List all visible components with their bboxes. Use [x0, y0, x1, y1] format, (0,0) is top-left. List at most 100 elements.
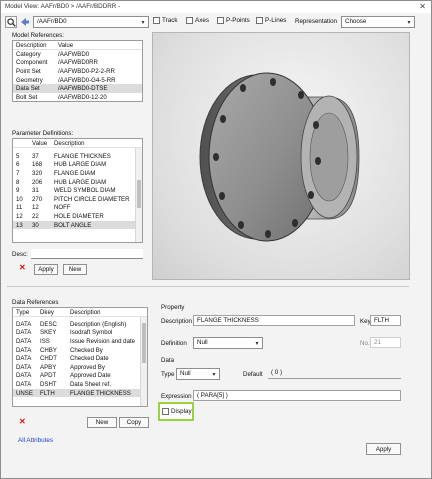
scrollbar-thumb[interactable]	[137, 180, 141, 208]
data-reference-row[interactable]: DATA APDT Approved Date	[13, 372, 147, 381]
data-reference-cell: Approved By	[70, 363, 105, 371]
column-header[interactable]: Dkey	[37, 309, 67, 316]
data-reference-row[interactable]: DATA CHDT Checked Date	[13, 354, 147, 363]
model-reference-cell: Category	[16, 50, 41, 58]
data-reference-cell: FLTH	[40, 389, 55, 397]
apply-parameter-button[interactable]: Apply	[34, 264, 58, 275]
type-label: Type	[161, 371, 175, 378]
data-reference-row[interactable]: DATA ISS Issue Revision and date	[13, 337, 147, 346]
model-reference-cell: /AAFWBD0-DTSE	[58, 85, 108, 93]
parameter-cell: 22	[32, 212, 39, 220]
model-reference-row[interactable]: Bolt Set/AAFWBD0-12-20	[13, 93, 142, 101]
representation-label: Representation	[295, 18, 337, 25]
parameter-cell: PITCH CIRCLE DIAMETER	[54, 195, 130, 203]
data-reference-cell: Data Sheet ref.	[70, 380, 111, 388]
p-lines-checkbox[interactable]: P-Lines	[256, 17, 286, 24]
checkbox-box	[256, 17, 263, 24]
desc-label: Desc:	[12, 251, 28, 258]
close-icon[interactable]: ✕	[419, 2, 426, 11]
grid-header: Description Value	[13, 41, 142, 50]
key-field[interactable]: FLTH	[370, 315, 401, 326]
checkbox-box	[162, 408, 169, 415]
model-reference-row[interactable]: Category/AAFWBD0	[13, 50, 142, 59]
data-reference-cell: Checked Date	[70, 355, 109, 363]
default-label: Default	[243, 371, 263, 378]
data-reference-row[interactable]: DATA CHBY Checked By	[13, 346, 147, 355]
chevron-down-icon: ▾	[212, 371, 216, 378]
data-reference-cell: DATA	[16, 320, 32, 328]
model-view-window: Model View: AAFr/BD0 > /AAFr/BDDRR - ✕ /…	[0, 0, 432, 479]
parameter-row[interactable]: 9 31 WELD SYMBOL DIAM	[13, 186, 142, 195]
model-reference-row[interactable]: Geometry/AAFWBD0-G4-5-RR	[13, 76, 142, 85]
data-reference-cell: DATA	[16, 346, 32, 354]
vertical-scrollbar[interactable]	[140, 317, 147, 406]
type-select[interactable]: Null ▾	[176, 368, 220, 380]
data-reference-cell: FLANGE THICKNESS	[70, 389, 131, 397]
column-header[interactable]: Description	[51, 140, 135, 147]
parameter-row[interactable]: 12 22 HOLE DIAMETER	[13, 212, 142, 221]
description-field[interactable]: FLANGE THICKNESS	[193, 315, 355, 326]
new-parameter-button[interactable]: New	[63, 264, 87, 275]
parameter-cell: FLANGE DIAM	[54, 169, 96, 177]
model-reference-cell: /AAFWBD0-P2-2-RR	[58, 67, 115, 75]
column-header[interactable]: Description	[13, 42, 55, 49]
data-reference-row[interactable]: DATA DSHT Data Sheet ref.	[13, 380, 147, 389]
expression-field[interactable]: ( PARA[5] )	[193, 390, 401, 401]
data-reference-cell: ISS	[40, 337, 50, 345]
grid-body: DATA DESC Description (English) DATA SKEY Iso…	[13, 320, 147, 398]
data-reference-cell: APBY	[40, 363, 57, 371]
scrollbar-thumb[interactable]	[142, 323, 146, 363]
data-reference-row[interactable]: UNSE FLTH FLANGE THICKNESS	[13, 388, 147, 398]
parameter-cell: HOLE DIAMETER	[54, 212, 104, 220]
default-field[interactable]: ( 0 )	[268, 368, 401, 379]
copy-data-button[interactable]: Copy	[119, 417, 149, 428]
delete-x-icon[interactable]: ✕	[19, 417, 26, 426]
parameter-row[interactable]: 5 37 FLANGE THICKNES	[13, 152, 142, 161]
model-reference-row[interactable]: Component/AAFWBD0RR	[13, 59, 142, 68]
search-button[interactable]	[5, 16, 17, 28]
element-combo[interactable]: /AAFr/BD0 ▾	[33, 16, 149, 28]
column-header[interactable]: Value	[55, 42, 140, 49]
parameter-row[interactable]: 6 168 HUB LARGE DIAM	[13, 161, 142, 170]
model-reference-cell: /AAFWBD0-12-20	[58, 93, 107, 101]
parameter-row[interactable]: 11 12 NOFF	[13, 204, 142, 213]
parameter-cell: 31	[32, 187, 39, 195]
track-checkbox[interactable]: Track	[153, 17, 178, 24]
data-reference-row[interactable]: DATA DESC Description (English)	[13, 320, 147, 329]
model-reference-row[interactable]: Point Set/AAFWBD0-P2-2-RR	[13, 67, 142, 76]
data-reference-row[interactable]: DATA SKEY Isodraft Symbol	[13, 329, 147, 338]
all-attributes-link[interactable]: All Attributes	[18, 437, 53, 444]
data-reference-cell: UNSE	[16, 389, 33, 397]
parameter-cell: 30	[32, 221, 39, 229]
delete-x-icon[interactable]: ✕	[19, 263, 26, 272]
parameter-cell: NOFF	[54, 204, 71, 212]
window-title: Model View: AAFr/BD0 > /AAFr/BDDRR -	[5, 3, 121, 10]
column-header[interactable]: Type	[13, 309, 37, 316]
data-heading: Data	[161, 357, 175, 364]
apply-button[interactable]: Apply	[366, 443, 401, 455]
no-field[interactable]: 21	[370, 337, 401, 348]
definition-select[interactable]: Null ▾	[193, 337, 263, 349]
desc-input[interactable]	[31, 249, 143, 259]
column-header[interactable]: Description	[67, 309, 143, 316]
parameter-row[interactable]: 10 270 PITCH CIRCLE DIAMETER	[13, 195, 142, 204]
new-data-button[interactable]: New	[87, 417, 117, 428]
parameter-cell: 320	[32, 169, 43, 177]
vertical-scrollbar[interactable]	[135, 148, 142, 242]
parameter-definitions-heading: Parameter Definitions:	[12, 130, 74, 137]
axes-label: Axes	[195, 17, 209, 24]
3d-viewport[interactable]	[152, 32, 410, 280]
parameter-row[interactable]: 8 206 HUB LARGE DIAM	[13, 178, 142, 187]
data-reference-row[interactable]: DATA APBY Approved By	[13, 363, 147, 372]
column-header[interactable]: Value	[29, 140, 51, 147]
representation-select[interactable]: Choose ▾	[341, 16, 415, 28]
parameter-row[interactable]: 7 320 FLANGE DIAM	[13, 169, 142, 178]
navigate-button[interactable]	[19, 16, 31, 28]
parameter-row[interactable]: 13 30 BOLT ANGLE	[13, 220, 142, 230]
data-reference-cell: Description (English)	[70, 320, 127, 328]
display-checkbox[interactable]: Display	[162, 408, 192, 415]
axes-checkbox[interactable]: Axes	[186, 17, 209, 24]
p-points-checkbox[interactable]: P-Points	[217, 17, 250, 24]
display-label: Display	[171, 408, 192, 415]
model-reference-row[interactable]: Data Set/AAFWBD0-DTSE	[13, 84, 142, 93]
